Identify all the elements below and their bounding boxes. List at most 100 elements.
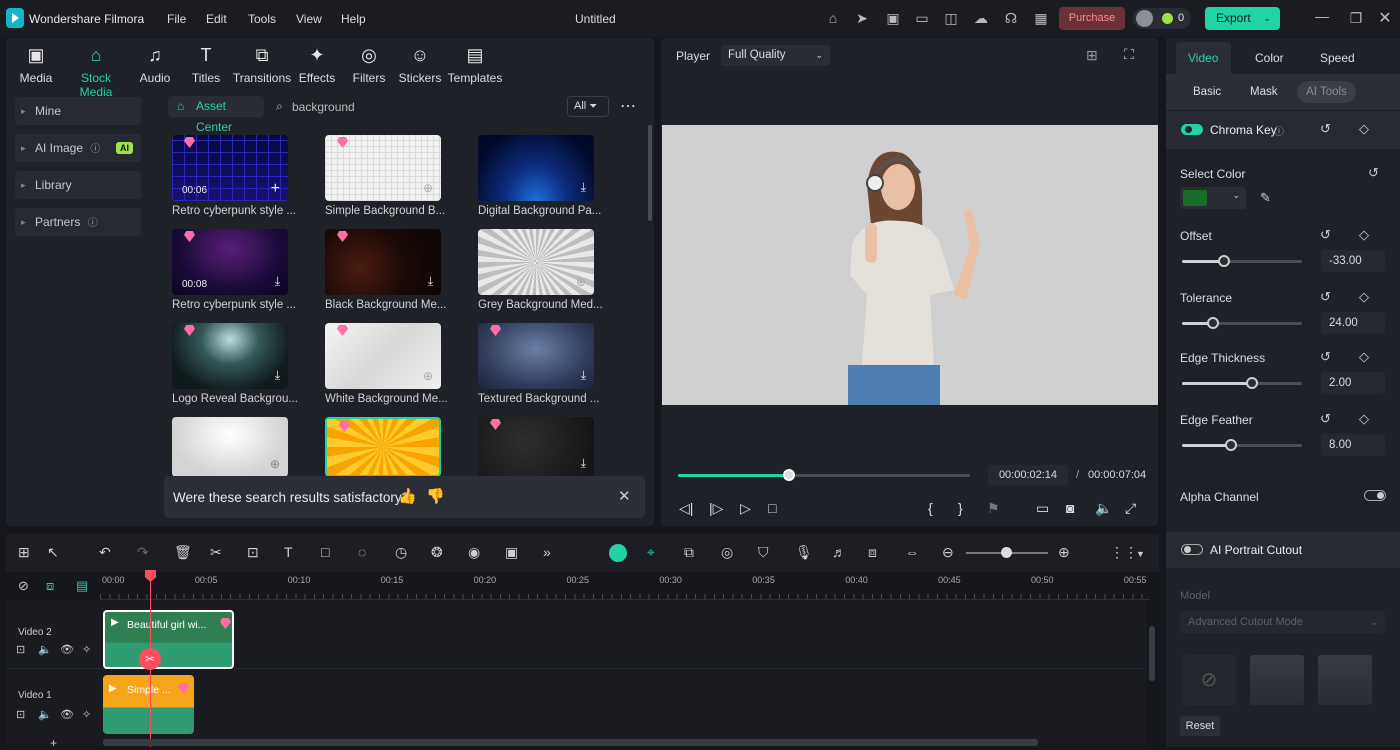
shape-icon[interactable]: □ [321,544,329,560]
replace-icon[interactable]: ⧈ [868,544,877,561]
subtab-ai-tools[interactable]: AI Tools [1297,81,1356,103]
layout-icon[interactable]: ⊞ [18,544,30,561]
close-icon[interactable]: ✕ [618,487,631,505]
fullscreen-icon[interactable]: ⤢ [1125,500,1136,517]
subtab-basic[interactable]: Basic [1193,86,1221,98]
download-icon[interactable]: ⤓ [581,180,586,195]
fit-icon[interactable]: ⇔ [905,544,919,560]
grid-thumb[interactable]: ⤓ [478,323,594,389]
grid-thumb[interactable]: ⤓ [172,323,288,389]
thumbs-up-icon[interactable]: 👍 [398,487,417,505]
grid-thumb[interactable]: ⤓ [325,229,441,295]
microphone-icon[interactable]: 🎙 [795,544,813,561]
vertical-scrollbar[interactable] [1149,626,1155,681]
scrollbar[interactable] [648,125,652,221]
tab-titles[interactable]: T Titles [181,45,231,85]
quality-select[interactable]: Full Quality ⌄ [721,45,830,66]
help-icon[interactable]: ⓘ [88,218,98,229]
ai-tool-icon[interactable]: ◉ [468,544,480,561]
alpha-channel-toggle[interactable] [1364,490,1386,501]
gift-icon[interactable]: ⌂ [824,10,842,26]
upload-cloud-icon[interactable]: ☁ [972,10,990,27]
time-ruler[interactable] [100,572,1150,600]
mark-out-icon[interactable]: } [958,500,963,516]
grid-view-icon[interactable]: ⊞ [1086,47,1098,64]
subtab-mask[interactable]: Mask [1250,86,1277,98]
reset-icon[interactable]: ↺ [1320,121,1331,137]
keyframe-icon[interactable]: ◇ [1359,349,1369,365]
reset-icon[interactable]: ↺ [1320,349,1331,365]
eye-icon[interactable]: 👁 [60,708,74,721]
download-icon[interactable]: ⤓ [581,456,586,471]
cloud-task-icon[interactable]: ▣ [884,10,902,27]
menu-tools[interactable]: Tools [248,12,276,26]
progress-knob[interactable] [782,469,795,481]
menu-edit[interactable]: Edit [206,12,227,26]
keyframe-icon[interactable]: ◇ [1359,289,1369,305]
tab-stickers[interactable]: ☺ Stickers [395,45,445,85]
sidebar-item-ai-image[interactable]: AI Image ⓘ AI [15,134,141,162]
account-pill[interactable]: 0 [1133,8,1191,29]
text-icon[interactable]: T [284,544,293,560]
stop-icon[interactable]: □ [768,500,776,516]
crop-icon[interactable]: ⊡ [247,544,259,561]
download-icon[interactable]: ⤓ [428,274,433,289]
track-add-icon[interactable]: ⧈ [46,578,54,594]
download-icon[interactable]: ⤓ [275,368,280,383]
monitor-icon[interactable]: ▭ [913,10,931,27]
current-time[interactable]: 00:00:02:14 [988,465,1068,486]
model-option-2[interactable] [1318,655,1372,705]
search-input[interactable] [292,97,552,117]
slider-knob[interactable] [1245,377,1258,389]
timeline-clip-video-2[interactable]: ▶ Beautiful girl wi... [103,610,234,669]
ai-portrait-toggle[interactable] [1181,544,1203,555]
download-icon[interactable]: ⊕ [576,275,586,289]
marker-icon[interactable]: ⚑ [987,500,1000,517]
zoom-slider[interactable] [966,547,1048,558]
download-icon[interactable]: ⤓ [581,368,586,383]
download-icon[interactable]: ⊕ [270,457,280,471]
grid-menu-icon[interactable]: ⋮⋮ [1110,544,1138,561]
grid-thumb[interactable]: ⊕ [172,417,288,477]
link-icon[interactable]: ⊘ [18,578,29,594]
reset-icon[interactable]: ↺ [1320,289,1331,305]
export-button[interactable]: Export ⌄ [1205,7,1280,30]
grid-thumb[interactable]: 00:08 ⤓ [172,229,288,295]
snapshot-view-icon[interactable]: ⛶ [1124,46,1134,63]
add-track-icon[interactable]: + [50,736,57,750]
menu-view[interactable]: View [296,12,322,26]
color-match-icon[interactable]: ❂ [431,544,443,561]
horizontal-scrollbar[interactable] [103,739,1038,746]
speed-icon[interactable]: ◷ [395,544,407,561]
close-window-icon[interactable]: ✕ [1376,8,1394,28]
sidebar-item-mine[interactable]: Mine [15,97,141,125]
add-icon[interactable]: + [271,180,280,198]
sidebar-item-partners[interactable]: Partners ⓘ [15,208,141,236]
model-none-option[interactable]: ⊘ [1182,655,1236,705]
scene-detect-icon[interactable]: ◎ [721,544,733,561]
lock-icon[interactable]: ⊡ [16,708,25,721]
grid-thumb[interactable]: ⊕ [325,135,441,201]
tab-filters[interactable]: ◎ Filters [344,45,394,85]
tab-templates[interactable]: ▤ Templates [447,45,503,85]
mask-icon[interactable]: ◌ [358,544,366,560]
param-slider[interactable] [1182,439,1302,451]
menu-help[interactable]: Help [341,12,366,26]
maximize-icon[interactable]: ❐ [1347,10,1365,27]
apps-grid-icon[interactable]: ▦ [1032,10,1050,27]
param-slider[interactable] [1182,377,1302,389]
tab-transitions[interactable]: ⧉ Transitions [232,45,292,85]
ai-copilot-icon[interactable] [609,544,627,562]
slider-knob[interactable] [1218,255,1230,267]
display-icon[interactable]: ▭ [1036,500,1049,517]
redo-icon[interactable]: ↷ [137,544,149,561]
split-icon[interactable]: ✂ [210,544,222,561]
param-slider[interactable] [1182,317,1302,329]
tab-speed[interactable]: Speed [1320,51,1355,65]
grid-thumb[interactable]: ⤓ [478,417,594,477]
sidebar-item-library[interactable]: Library [15,171,141,199]
more-options-icon[interactable]: ⋯ [620,96,636,116]
filter-button[interactable]: All ⏷ [567,96,609,117]
download-icon[interactable]: ⤓ [275,274,280,289]
model-select[interactable]: Advanced Cutout Mode ⌄ [1180,611,1385,633]
